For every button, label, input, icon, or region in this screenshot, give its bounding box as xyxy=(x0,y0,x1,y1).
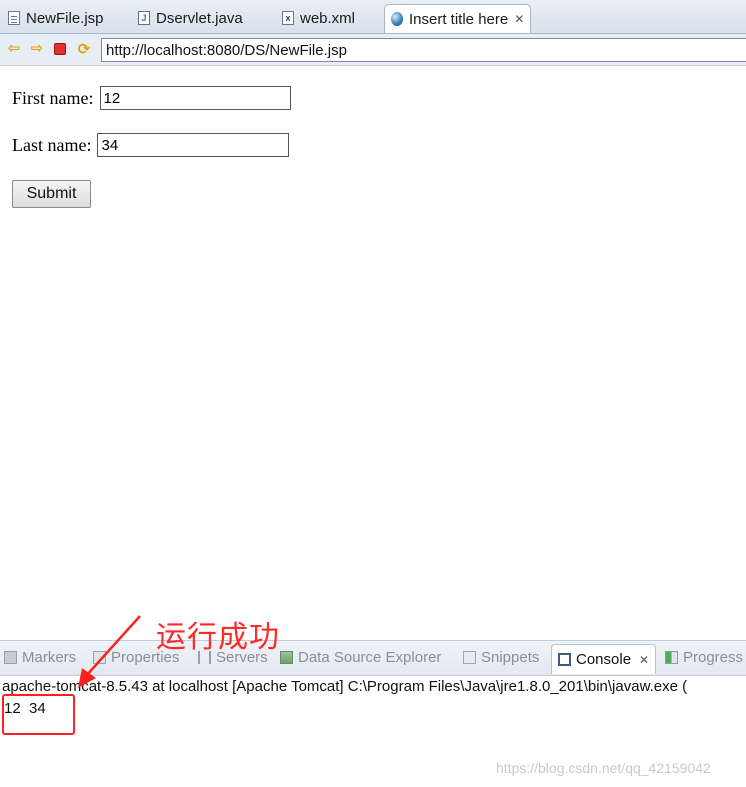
tab-label: Insert title here xyxy=(409,10,509,28)
tab-label: Snippets xyxy=(481,649,540,666)
first-name-row: First name: xyxy=(12,86,291,110)
file-icon xyxy=(8,11,20,25)
tab-label: Markers xyxy=(22,649,77,666)
last-name-label: Last name: xyxy=(12,134,92,155)
console-icon xyxy=(558,653,571,666)
stop-icon xyxy=(54,43,66,55)
close-icon[interactable]: ✕ xyxy=(639,653,649,667)
xml-file-icon: x xyxy=(282,11,294,25)
stop-button[interactable] xyxy=(52,41,68,57)
back-arrow-icon: ⇦ xyxy=(7,40,21,57)
tab-insert-title-here[interactable]: Insert title here ✕ xyxy=(384,4,532,33)
data-source-icon xyxy=(280,651,293,664)
submit-button[interactable]: Submit xyxy=(12,180,91,208)
panel-tab-bar: Markers Properties Servers Data Source E… xyxy=(0,640,746,676)
forward-button[interactable]: ⇨ xyxy=(29,41,45,57)
first-name-input[interactable] xyxy=(99,86,291,110)
tab-data-source-explorer[interactable]: Data Source Explorer xyxy=(280,649,441,666)
refresh-button[interactable]: ⟳ xyxy=(76,41,92,58)
tab-snippets[interactable]: Snippets xyxy=(463,649,539,666)
tab-label: Dservlet.java xyxy=(156,9,243,27)
tab-label: Data Source Explorer xyxy=(298,649,442,666)
globe-icon xyxy=(391,12,403,26)
markers-icon xyxy=(4,651,17,664)
close-icon[interactable]: ✕ xyxy=(514,12,524,26)
tab-console[interactable]: Console ✕ xyxy=(551,644,657,674)
tab-label: web.xml xyxy=(300,9,356,27)
progress-icon xyxy=(665,651,678,664)
url-input[interactable]: http://localhost:8080/DS/NewFile.jsp xyxy=(101,38,746,62)
last-name-row: Last name: xyxy=(12,133,290,157)
tab-newfile-jsp[interactable]: NewFile.jsp xyxy=(2,4,110,32)
watermark: https://blog.csdn.net/qq_42159042 xyxy=(496,760,711,776)
refresh-icon: ⟳ xyxy=(77,41,91,58)
tab-label: NewFile.jsp xyxy=(26,9,104,27)
annotation-text: 运行成功 xyxy=(156,620,280,655)
browser-toolbar: ⇦ ⇨ ⟳ http://localhost:8080/DS/NewFile.j… xyxy=(0,34,746,66)
console-header: apache-tomcat-8.5.43 at localhost [Apach… xyxy=(2,678,688,695)
properties-icon xyxy=(93,651,106,664)
editor-tab-bar: NewFile.jsp J Dservlet.java x web.xml In… xyxy=(0,0,746,34)
first-name-label: First name: xyxy=(12,87,94,108)
forward-arrow-icon: ⇨ xyxy=(30,40,44,57)
tab-web-xml[interactable]: x web.xml xyxy=(276,4,361,32)
java-file-icon: J xyxy=(138,11,150,25)
tab-label: Progress xyxy=(683,649,744,666)
tab-label: Console xyxy=(576,651,632,668)
tab-dservlet-java[interactable]: J Dservlet.java xyxy=(132,4,249,32)
back-button[interactable]: ⇦ xyxy=(6,41,22,57)
last-name-input[interactable] xyxy=(97,133,290,157)
highlight-box xyxy=(2,694,75,735)
tab-markers[interactable]: Markers xyxy=(4,649,76,666)
tab-progress[interactable]: Progress xyxy=(665,649,743,666)
snippets-icon xyxy=(463,651,476,664)
